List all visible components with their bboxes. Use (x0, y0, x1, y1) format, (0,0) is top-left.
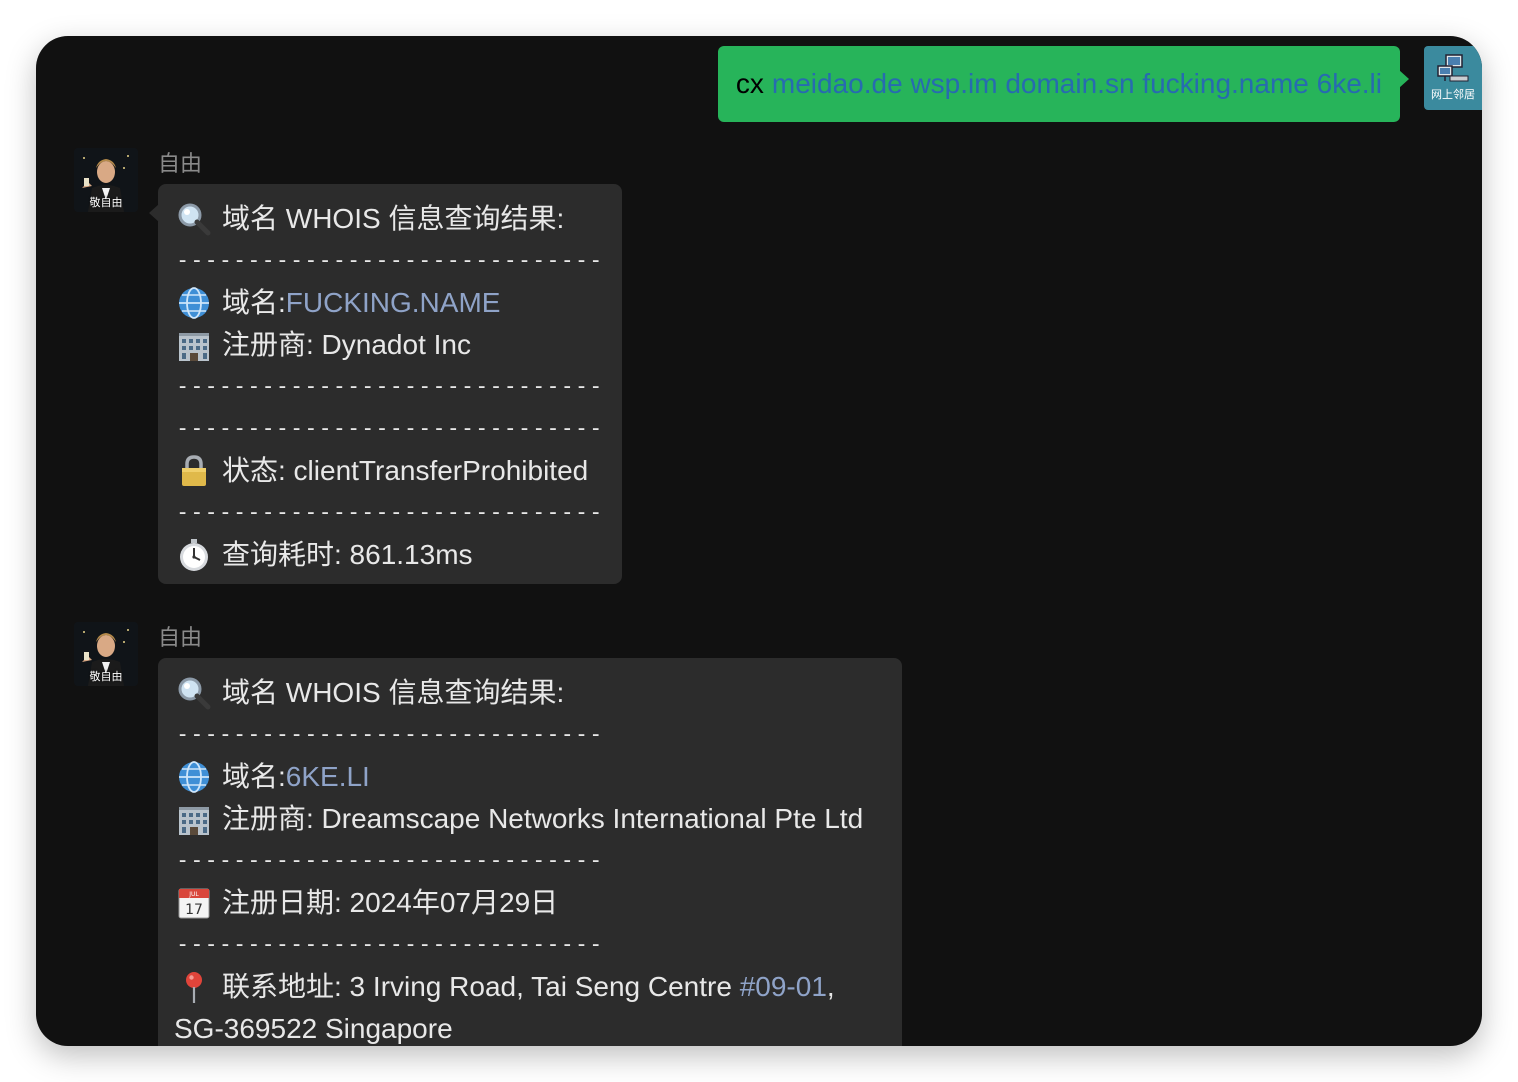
domain-link[interactable]: FUCKING.NAME (286, 282, 501, 324)
sender-avatar[interactable]: 敬自由 (74, 148, 138, 212)
svg-text:JUL: JUL (188, 891, 199, 898)
address-line: 联系地址: 3 Irving Road, Tai Seng Centre #09… (176, 966, 882, 1008)
incoming-message-bubble[interactable]: 域名 WHOIS 信息查询结果: -----------------------… (158, 658, 902, 1046)
result-title-line: 域名 WHOIS 信息查询结果: (176, 198, 602, 240)
query-time-line: 查询耗时: 861.13ms (176, 534, 602, 576)
separator: ------------------------------ (176, 408, 602, 450)
address-text: 联系地址: 3 Irving Road, Tai Seng Centre (222, 971, 740, 1002)
address-line2-text: SG-369522 Singapore (174, 1013, 453, 1044)
separator-text: ------------------------------ (176, 374, 604, 399)
domain-line: 域名: 6KE.LI (176, 756, 882, 798)
result-title: 域名 WHOIS 信息查询结果: (222, 203, 565, 234)
domain-link[interactable]: 6KE.LI (286, 756, 370, 798)
address-line-2: SG-369522 Singapore (174, 1008, 882, 1046)
registrar-line: 注册商: Dreamscape Networks International P… (176, 798, 882, 840)
svg-text:17: 17 (185, 902, 203, 918)
avatar-caption: 敬自由 (89, 671, 123, 683)
domain-label: 域名: (222, 287, 286, 318)
sender-name: 自由 (158, 151, 203, 176)
separator-text: ------------------------------ (176, 500, 604, 525)
status-line: 状态: clientTransferProhibited (176, 450, 602, 492)
office-building-icon (179, 333, 209, 361)
globe-icon (179, 287, 209, 319)
domains-link-text[interactable]: meidao.de wsp.im domain.sn fucking.name … (772, 68, 1382, 100)
avatar-caption: 敬自由 (89, 197, 123, 209)
separator: ------------------------------ (176, 840, 882, 882)
registrar-text: 注册商: Dynadot Inc (222, 329, 471, 360)
separator-text: ------------------------------ (176, 722, 604, 747)
chat-window: cx meidao.de wsp.im domain.sn fucking.na… (36, 36, 1482, 1046)
separator: ------------------------------ (176, 714, 882, 756)
magnifier-icon (178, 203, 211, 236)
address-hashtag-link[interactable]: #09-01 (740, 966, 827, 1008)
reg-date-line: JUL 17 注册日期: 2024年07月29日 (176, 882, 882, 924)
reg-date-text: 注册日期: 2024年07月29日 (222, 887, 559, 918)
address-suffix: , (826, 971, 835, 1002)
incoming-message-bubble[interactable]: 域名 WHOIS 信息查询结果: -----------------------… (149, 184, 622, 584)
domain-line: 域名: FUCKING.NAME (176, 282, 602, 324)
separator-text: ------------------------------ (176, 248, 604, 273)
outgoing-message-row: cx meidao.de wsp.im domain.sn fucking.na… (36, 46, 1482, 126)
network-computer-icon (1437, 54, 1469, 82)
lock-icon (182, 455, 206, 486)
query-time-text: 查询耗时: 861.13ms (222, 539, 473, 570)
separator: ------------------------------ (176, 924, 882, 966)
my-avatar[interactable]: 网上邻居 (1424, 46, 1482, 110)
outgoing-message-bubble[interactable]: cx meidao.de wsp.im domain.sn fucking.na… (717, 46, 1410, 122)
sender-name: 自由 (158, 625, 203, 650)
magnifier-icon (178, 677, 211, 710)
globe-icon (179, 761, 209, 793)
pin-icon (186, 972, 202, 1003)
separator-text: ------------------------------ (176, 416, 604, 441)
avatar-caption: 网上邻居 (1431, 89, 1475, 101)
registrar-text: 注册商: Dreamscape Networks International P… (222, 803, 864, 834)
separator: ------------------------------ (176, 240, 602, 282)
sender-avatar[interactable]: 敬自由 (74, 622, 138, 686)
command-text: cx (735, 68, 764, 99)
office-building-icon (179, 807, 209, 835)
separator-text: ------------------------------ (176, 932, 604, 957)
separator-text: ------------------------------ (176, 848, 604, 873)
separator: ------------------------------ (176, 492, 602, 534)
status-text: 状态: clientTransferProhibited (222, 455, 589, 486)
result-title: 域名 WHOIS 信息查询结果: (222, 677, 565, 708)
result-title-line: 域名 WHOIS 信息查询结果: (176, 672, 882, 714)
stopwatch-icon (180, 539, 208, 571)
separator: ------------------------------ (176, 366, 602, 408)
registrar-line: 注册商: Dynadot Inc (176, 324, 602, 366)
domain-label: 域名: (222, 761, 286, 792)
calendar-icon: JUL 17 (178, 888, 210, 919)
